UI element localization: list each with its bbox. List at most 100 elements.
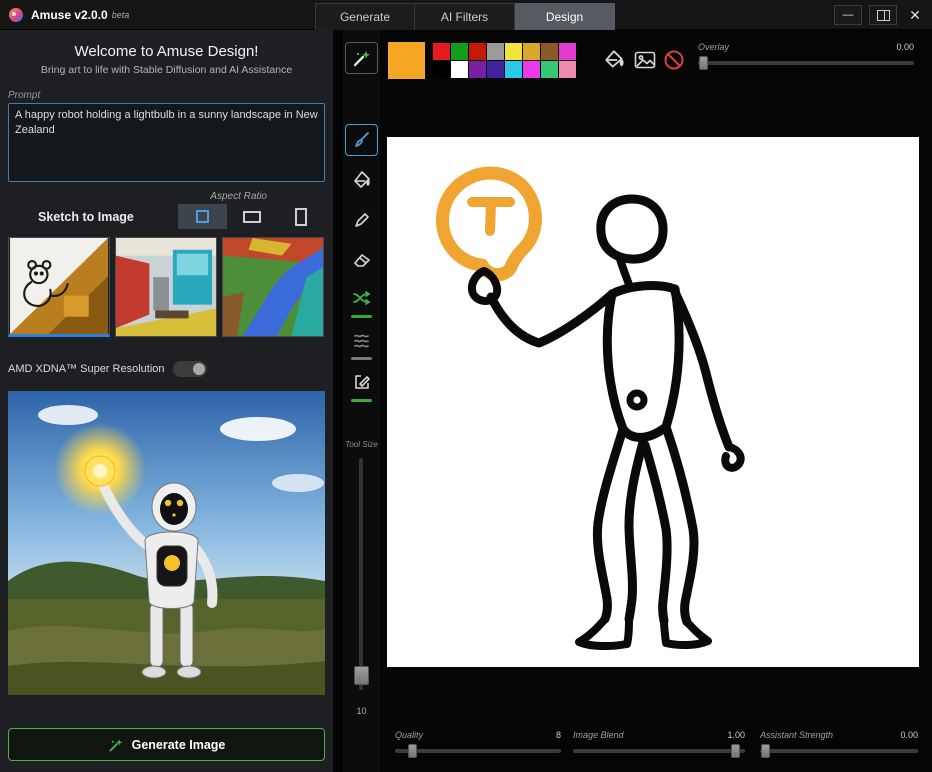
overlay-label: Overlay [698,42,729,52]
fill-drip-button[interactable] [604,49,626,71]
scribble-tool-button[interactable] [345,324,378,356]
assistant-strength-value: 0.00 [900,730,918,740]
toggle-knob [193,363,205,375]
edit-tool-button[interactable] [345,366,378,398]
overlay-slider-handle[interactable] [699,56,708,70]
palette-swatch[interactable] [469,61,486,78]
overlay-value: 0.00 [896,42,914,52]
sketch-assist-tool-button[interactable] [345,42,378,74]
palette-swatch[interactable] [451,43,468,60]
assistant-strength-slider-track[interactable] [760,749,918,753]
fill-drip-icon [604,49,626,71]
palette-swatch[interactable] [559,43,576,60]
edit-enabled-indicator [351,399,372,402]
canvas-area: Overlay 0.00 [380,30,932,772]
quality-label: Quality [395,730,423,740]
assistant-strength-slider-handle[interactable] [761,744,770,758]
drawing-canvas[interactable] [387,137,919,667]
shuffle-tool-button[interactable] [345,282,378,314]
overlay-slider-track[interactable] [698,61,914,65]
generate-wand-icon [108,737,124,753]
tab-design[interactable]: Design [515,3,615,30]
drawing-tool-panel: Tool Size 10 [343,30,380,772]
quality-slider-track[interactable] [395,749,561,753]
color-palette-row2 [433,61,576,78]
palette-swatch[interactable] [433,43,450,60]
paint-bucket-icon [352,170,372,190]
interior-sketch-image [116,238,216,336]
eraser-icon [352,250,372,270]
palette-swatch[interactable] [523,43,540,60]
assistant-strength-label: Assistant Strength [760,730,833,740]
image-icon [634,49,656,71]
tab-ai-filters[interactable]: AI Filters [415,3,515,30]
brush-tool-button[interactable] [345,124,378,156]
prompt-input[interactable]: A happy robot holding a lightbulb in a s… [8,103,325,182]
image-blend-value: 1.00 [727,730,745,740]
tool-size-slider-handle[interactable] [354,666,369,685]
generate-button-label: Generate Image [132,738,226,752]
app-logo-icon [8,7,24,23]
tab-generate[interactable]: Generate [315,3,415,30]
tool-size-slider-track[interactable] [359,458,363,690]
image-blend-slider-handle[interactable] [731,744,740,758]
aspect-landscape-button[interactable] [227,204,276,229]
palette-swatch[interactable] [505,43,522,60]
sketch-to-image-label: Sketch to Image [8,210,134,224]
palette-swatch[interactable] [469,43,486,60]
landscape-ratio-icon [243,211,261,223]
palette-swatch[interactable] [451,61,468,78]
robot-preview-image [8,391,325,695]
paint-bucket-tool-button[interactable] [345,164,378,196]
tool-size-label: Tool Size [343,440,380,449]
palette-swatch[interactable] [433,61,450,78]
image-blend-slider-track[interactable] [573,749,745,753]
palette-swatch[interactable] [541,43,558,60]
app-title: Amuse v2.0.0 [31,8,108,22]
overlay-slider-group: Overlay 0.00 [698,42,914,65]
sketch-thumbnail-interior[interactable] [115,237,217,337]
mouse-sketch-image [9,238,109,334]
no-symbol-icon [663,49,685,71]
eraser-tool-button[interactable] [345,244,378,276]
color-palette-row1 [433,43,576,60]
generate-image-button[interactable]: Generate Image [8,728,325,761]
clear-canvas-button[interactable] [663,49,685,71]
window-controls: — ✕ [834,5,926,25]
super-resolution-toggle[interactable] [173,361,207,377]
square-ratio-icon [196,210,209,223]
sketch-thumbnail-mouse[interactable] [8,237,110,337]
edit-icon [352,372,372,392]
scribble-disabled-indicator [351,357,372,360]
marker-tool-button[interactable] [345,204,378,236]
insert-image-button[interactable] [634,49,656,71]
welcome-title: Welcome to Amuse Design! [0,43,333,60]
image-blend-slider-group: Image Blend 1.00 [573,730,745,753]
shuffle-icon [352,288,372,308]
palette-swatch[interactable] [487,43,504,60]
prompt-label: Prompt [8,90,325,101]
minimize-button[interactable]: — [834,5,862,25]
marker-icon [352,210,372,230]
quality-slider-handle[interactable] [408,744,417,758]
current-color-swatch[interactable] [388,42,425,79]
aspect-portrait-button[interactable] [276,204,325,229]
main-tabs: Generate AI Filters Design [315,3,615,30]
aspect-square-button[interactable] [178,204,227,229]
landscape-sketch-image [223,238,323,336]
sketch-assist-icon [352,48,372,68]
quality-value: 8 [556,730,561,740]
aspect-ratio-buttons [178,204,325,229]
palette-swatch[interactable] [505,61,522,78]
maximize-button[interactable] [869,5,897,25]
stick-figure-drawing [387,137,919,667]
sketch-thumbnail-landscape[interactable] [222,237,324,337]
close-button[interactable]: ✕ [904,5,926,25]
palette-swatch[interactable] [523,61,540,78]
palette-swatch[interactable] [559,61,576,78]
brush-icon [352,130,372,150]
portrait-ratio-icon [295,208,307,226]
aspect-ratio-label: Aspect Ratio [8,191,325,202]
palette-swatch[interactable] [541,61,558,78]
palette-swatch[interactable] [487,61,504,78]
